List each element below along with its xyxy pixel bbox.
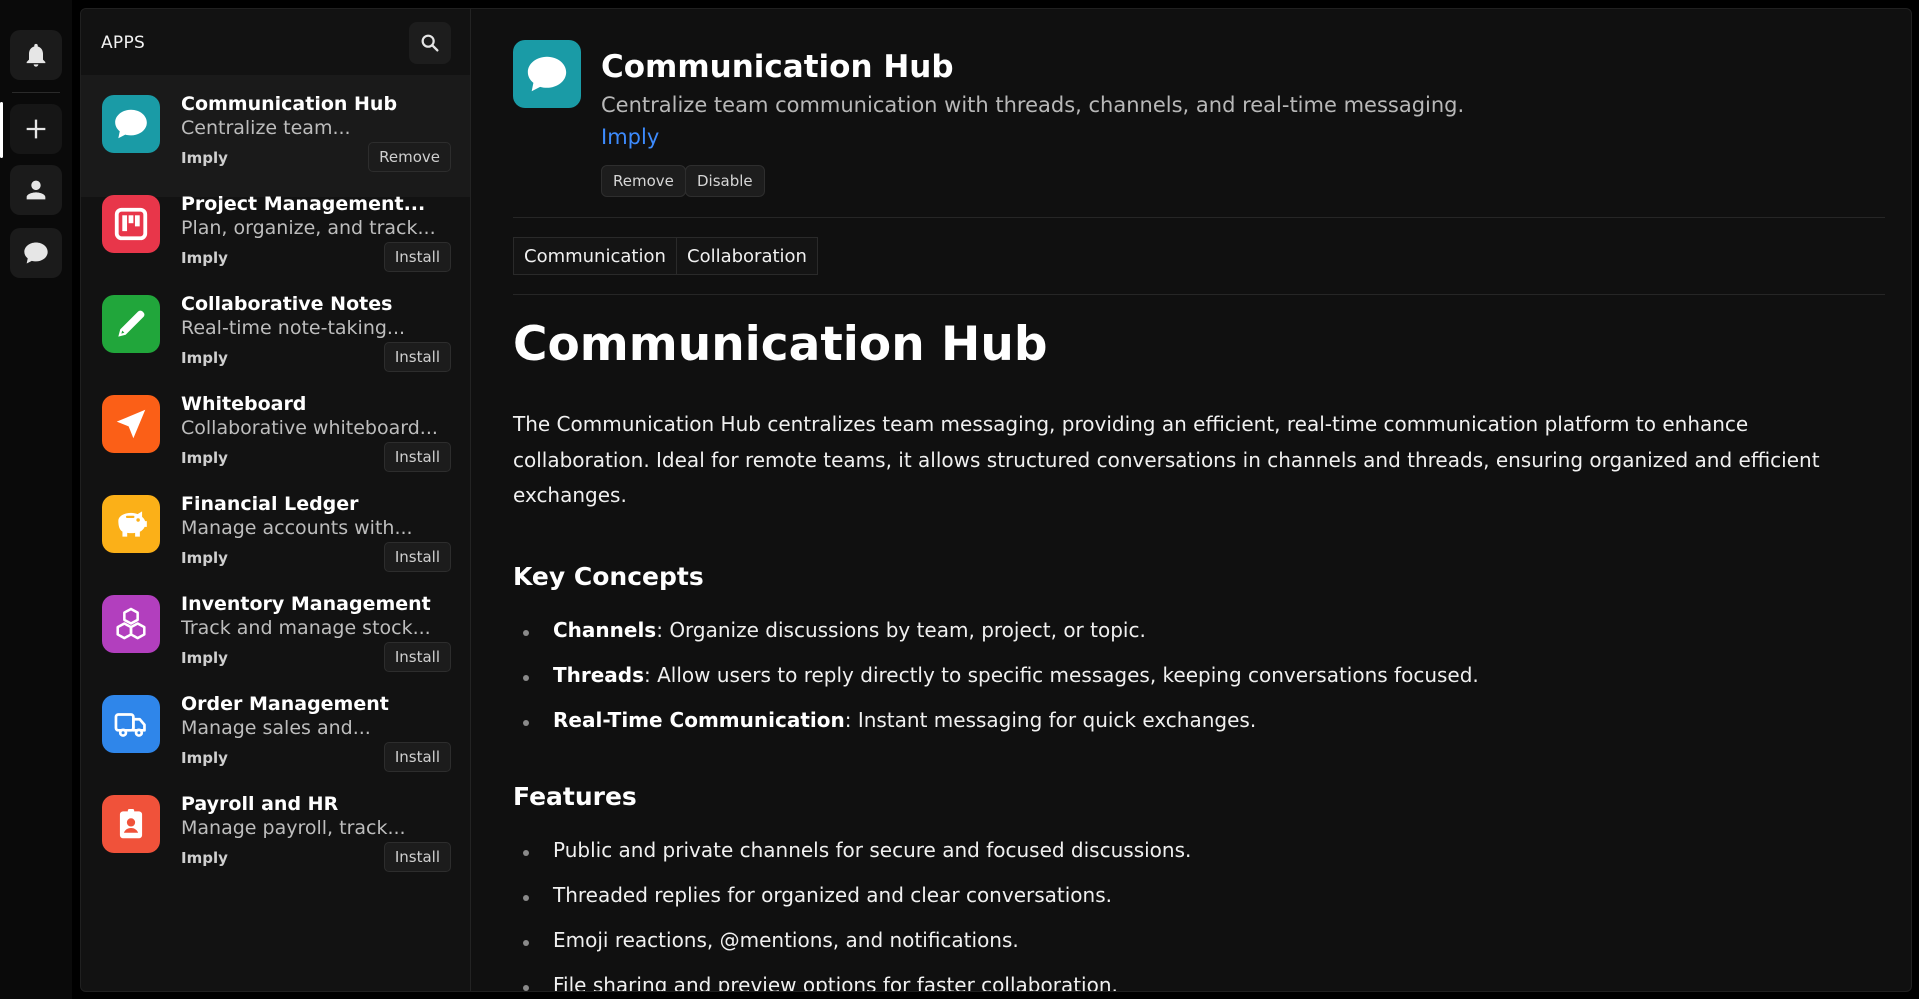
vendor-link[interactable]: Imply (601, 125, 659, 149)
app-description: Manage payroll, track... (181, 817, 406, 839)
tag-communication[interactable]: Communication (513, 237, 677, 275)
disable-button[interactable]: Disable (685, 165, 765, 197)
app-vendor: Imply (181, 149, 228, 167)
app-description: Manage accounts with... (181, 517, 413, 539)
app-name: Collaborative Notes (181, 293, 393, 315)
app-description: Centralize team... (181, 117, 351, 139)
app-name: Payroll and HR (181, 793, 339, 815)
active-indicator (0, 102, 3, 158)
install-button[interactable]: Install (383, 442, 451, 472)
bell-icon (26, 43, 46, 67)
concept-term: Threads (553, 663, 645, 687)
concept-text: : Organize discussions by team, project,… (656, 618, 1146, 642)
chat-bubble-icon (527, 56, 567, 92)
install-button[interactable]: Install (383, 242, 451, 272)
app-icon (102, 495, 160, 553)
main-frame: APPS Communication Hub Centralize team..… (80, 8, 1912, 992)
bullet-dot (523, 940, 529, 946)
install-button[interactable]: Install (383, 742, 451, 772)
divider (513, 217, 1885, 218)
divider (513, 294, 1885, 295)
bullet-dot (523, 720, 529, 726)
plus-icon (26, 119, 46, 139)
app-name: Whiteboard (181, 393, 307, 415)
app-icon (102, 795, 160, 853)
key-concepts-heading: Key Concepts (513, 562, 704, 591)
app-vendor: Imply (181, 349, 228, 367)
person-icon (26, 180, 46, 200)
app-description: Manage sales and... (181, 717, 371, 739)
app-description: Track and manage stock... (181, 617, 431, 639)
profile-button[interactable] (10, 165, 62, 215)
app-detail-title: Communication Hub (601, 49, 954, 85)
bullet-dot (523, 895, 529, 901)
rail-divider (12, 92, 60, 93)
feature-text: File sharing and preview options for fas… (553, 973, 1118, 992)
feature-text: Public and private channels for secure a… (553, 838, 1192, 862)
feature-text: Threaded replies for organized and clear… (553, 883, 1112, 907)
doc-intro: The Communication Hub centralizes team m… (513, 412, 1820, 507)
app-icon (102, 295, 160, 353)
app-detail-panel: Communication Hub Centralize team commun… (479, 9, 1911, 992)
left-rail (0, 0, 72, 999)
app-vendor: Imply (181, 549, 228, 567)
install-button[interactable]: Install (383, 542, 451, 572)
chat-bubble-icon (115, 109, 147, 139)
app-icon (102, 95, 160, 153)
chat-bubble-icon (24, 242, 48, 264)
app-vendor: Imply (181, 449, 228, 467)
app-icon (102, 195, 160, 253)
add-app-button[interactable] (10, 104, 62, 154)
app-vendor: Imply (181, 649, 228, 667)
install-button[interactable]: Install (383, 642, 451, 672)
kanban-board-icon (114, 207, 148, 241)
apps-panel: APPS Communication Hub Centralize team..… (81, 9, 471, 991)
app-name: Order Management (181, 693, 389, 715)
doc-title: Communication Hub (513, 317, 1048, 372)
app-icon (102, 395, 160, 453)
app-icon (102, 595, 160, 653)
app-name: Project Management... (181, 193, 426, 215)
app-detail-description: Centralize team communication with threa… (601, 93, 1465, 117)
concept-text: : Instant messaging for quick exchanges. (844, 708, 1257, 732)
app-detail-icon (513, 40, 581, 108)
pen-icon (118, 310, 145, 337)
id-badge-icon (119, 808, 143, 839)
notifications-button[interactable] (10, 30, 62, 80)
app-description: Plan, organize, and track... (181, 217, 436, 239)
app-name: Inventory Management (181, 593, 431, 615)
app-vendor: Imply (181, 849, 228, 867)
concept-text: : Allow users to reply directly to speci… (644, 663, 1479, 687)
app-name: Financial Ledger (181, 493, 359, 515)
bullet-dot (523, 985, 529, 991)
app-vendor: Imply (181, 249, 228, 267)
bullet-dot (523, 850, 529, 856)
concept-term: Real-Time Communication (553, 708, 845, 732)
messages-button[interactable] (10, 228, 62, 278)
app-description: Collaborative whiteboard... (181, 417, 438, 439)
app-icon (102, 695, 160, 753)
app-vendor: Imply (181, 749, 228, 767)
remove-button[interactable]: Remove (368, 142, 451, 172)
apps-title: APPS (101, 33, 146, 53)
bullet-dot (523, 630, 529, 636)
feature-text: Emoji reactions, @mentions, and notifica… (553, 928, 1019, 952)
boxes-icon (116, 607, 146, 640)
bullet-dot (523, 675, 529, 681)
apps-header: APPS (81, 9, 470, 73)
app-description: Real-time note-taking... (181, 317, 406, 339)
remove-button[interactable]: Remove (601, 165, 686, 197)
concept-term: Channels (553, 618, 657, 642)
features-heading: Features (513, 782, 637, 811)
app-name: Communication Hub (181, 93, 398, 115)
tag-collaboration[interactable]: Collaboration (676, 237, 818, 275)
search-button[interactable] (409, 22, 451, 64)
search-icon (421, 34, 439, 52)
piggy-bank-icon (118, 511, 147, 537)
app-item-payroll-and-hr[interactable]: Payroll and HR Manage payroll, track... … (81, 775, 470, 897)
truck-icon (114, 713, 146, 737)
install-button[interactable]: Install (383, 342, 451, 372)
install-button[interactable]: Install (383, 842, 451, 872)
navigation-arrow-icon (116, 409, 146, 439)
